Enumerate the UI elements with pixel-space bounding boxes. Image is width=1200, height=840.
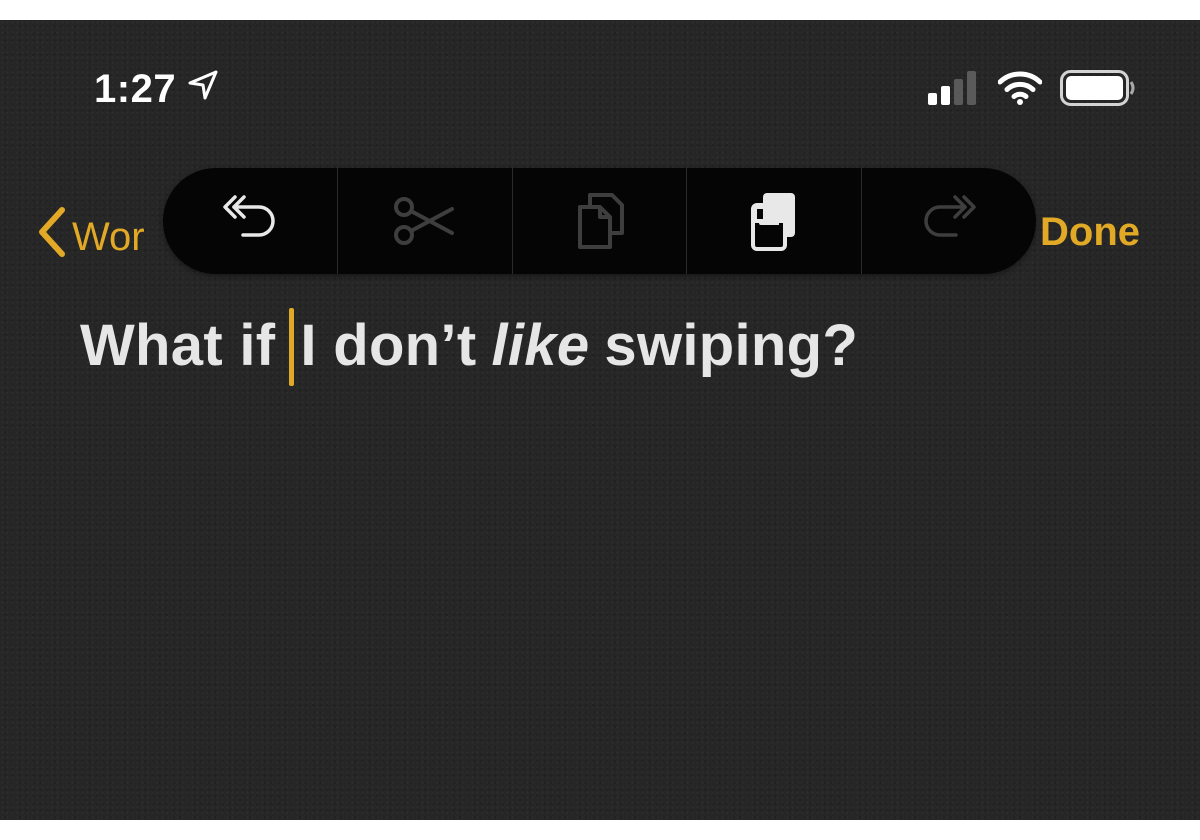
location-arrow-icon <box>186 67 220 112</box>
wifi-icon <box>998 71 1042 105</box>
paste-icon <box>739 189 809 253</box>
cut-icon <box>390 193 460 249</box>
note-body[interactable]: What if I don’t like swiping? <box>80 306 859 386</box>
copy-button[interactable] <box>513 168 688 274</box>
notes-screen: 1:27 Wor Done What if I don’t like swipi… <box>0 20 1200 820</box>
status-time: 1:27 <box>94 67 220 112</box>
text-cursor <box>289 308 295 386</box>
cut-button[interactable] <box>338 168 513 274</box>
cellular-signal-icon <box>928 71 980 105</box>
status-indicators <box>928 70 1136 106</box>
note-text-segment: swiping? <box>604 312 859 378</box>
redo-button[interactable] <box>862 168 1036 274</box>
done-button[interactable]: Done <box>1040 210 1140 255</box>
edit-toolbar <box>163 168 1036 274</box>
paste-button[interactable] <box>687 168 863 274</box>
copy-icon <box>564 189 634 253</box>
time-label: 1:27 <box>94 67 177 111</box>
bottom-margin <box>0 820 1200 840</box>
note-text-italic: like <box>491 312 590 378</box>
note-text-segment: I don’t <box>300 312 477 378</box>
chevron-left-icon <box>36 206 66 268</box>
back-button[interactable]: Wor <box>36 206 145 268</box>
note-text-segment: What if <box>80 312 276 378</box>
battery-icon <box>1060 70 1136 106</box>
redo-icon <box>914 193 984 249</box>
back-button-label: Wor <box>72 214 145 259</box>
undo-button[interactable] <box>163 168 338 274</box>
undo-icon <box>215 193 285 249</box>
